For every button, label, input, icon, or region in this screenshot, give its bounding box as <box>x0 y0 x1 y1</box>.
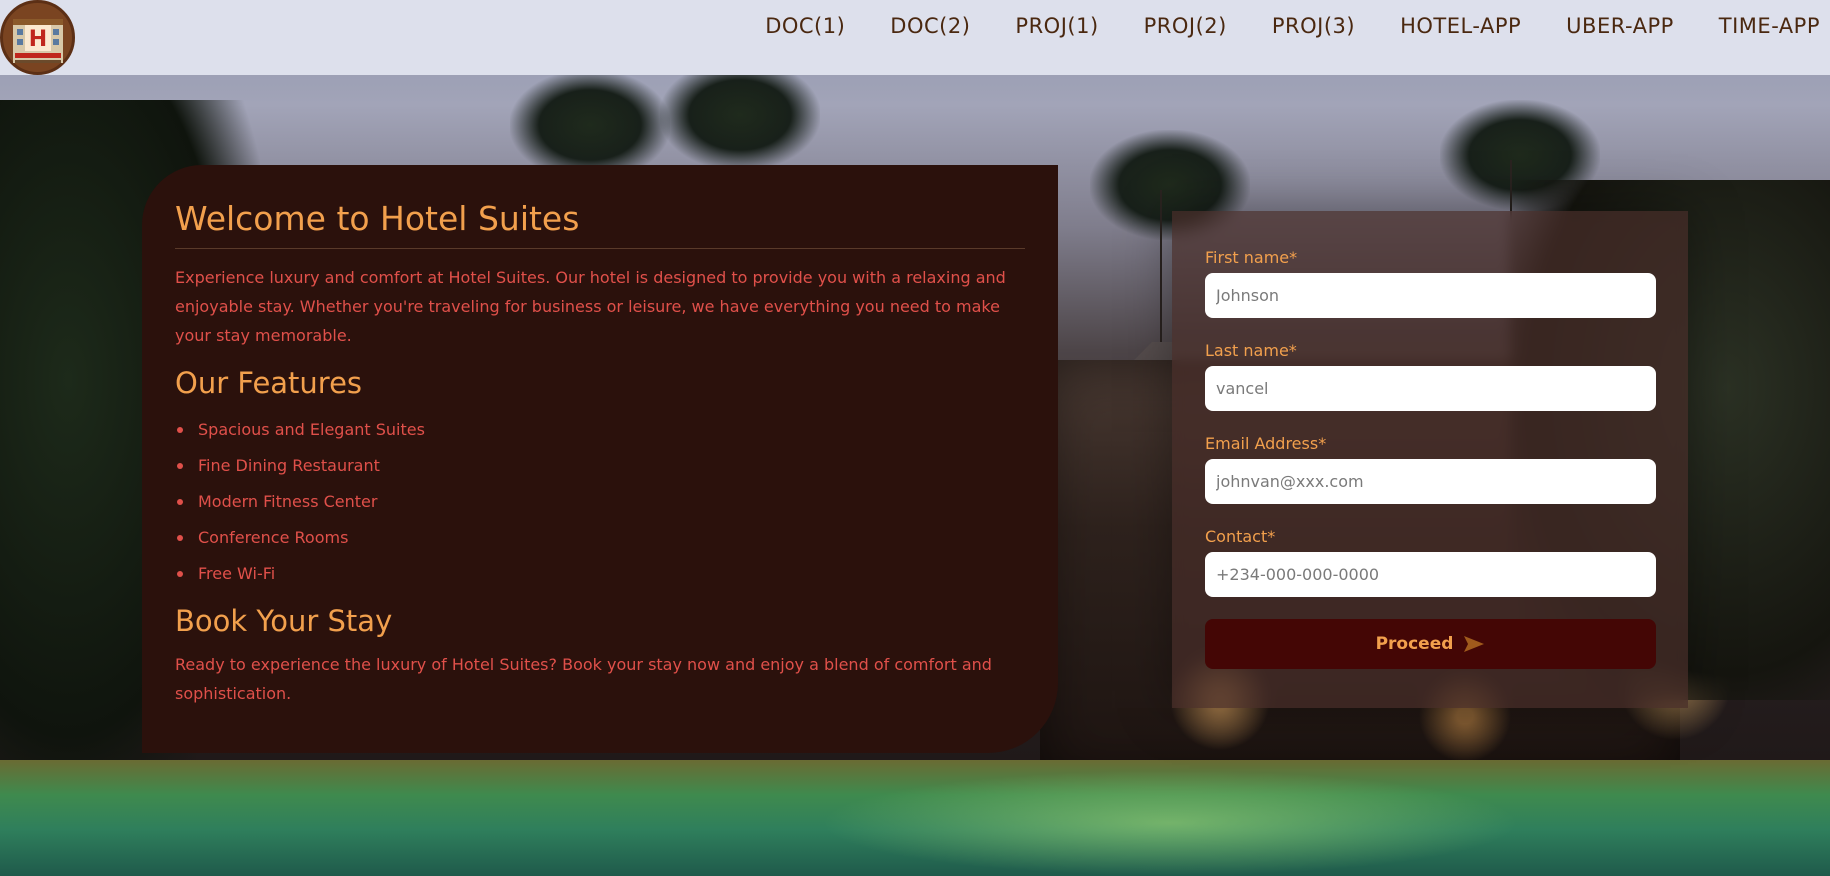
first-name-field: First name* <box>1205 247 1656 318</box>
palm-tree <box>510 70 670 180</box>
email-label: Email Address* <box>1205 434 1327 453</box>
feature-label: Spacious and Elegant Suites <box>198 420 425 439</box>
book-text: Ready to experience the luxury of Hotel … <box>175 655 992 703</box>
features-heading: Our Features <box>175 366 363 400</box>
contact-field: Contact* <box>1205 526 1656 597</box>
first-name-label: First name* <box>1205 248 1298 267</box>
last-name-field: Last name* <box>1205 340 1656 411</box>
bullet-icon <box>177 463 183 469</box>
booking-form: First name* Last name* Email Address* Co… <box>1172 211 1688 708</box>
feature-label: Free Wi-Fi <box>198 564 276 583</box>
bullet-icon <box>177 535 183 541</box>
proceed-label: Proceed <box>1375 634 1454 654</box>
feature-label: Fine Dining Restaurant <box>198 456 380 475</box>
nav-link-hotel-app[interactable]: HOTEL-APP <box>1400 14 1521 38</box>
hotel-building-icon: H <box>12 18 63 63</box>
send-arrow-icon <box>1464 636 1485 652</box>
book-heading: Book Your Stay <box>175 604 393 638</box>
features-list: Spacious and Elegant Suites Fine Dining … <box>175 412 1025 592</box>
pool-glow <box>820 770 1520 876</box>
nav-links: DOC(1) DOC(2) PROJ(1) PROJ(2) PROJ(3) HO… <box>720 0 1820 52</box>
top-navbar: H DOC(1) DOC(2) PROJ(1) PROJ(2) PROJ(3) … <box>0 0 1830 75</box>
contact-label: Contact* <box>1205 527 1276 546</box>
feature-label: Modern Fitness Center <box>198 492 378 511</box>
hotel-info-card: Welcome to Hotel Suites Experience luxur… <box>142 165 1058 753</box>
svg-text:H: H <box>28 27 46 52</box>
nav-link-doc2[interactable]: DOC(2) <box>890 14 970 38</box>
page-title: Welcome to Hotel Suites <box>175 199 1025 249</box>
hotel-logo[interactable]: H <box>0 0 75 75</box>
proceed-button[interactable]: Proceed <box>1205 619 1656 669</box>
nav-link-uber-app[interactable]: UBER-APP <box>1566 14 1674 38</box>
email-field: Email Address* <box>1205 433 1656 504</box>
last-name-label: Last name* <box>1205 341 1297 360</box>
nav-link-doc1[interactable]: DOC(1) <box>765 14 845 38</box>
bullet-icon <box>177 499 183 505</box>
nav-link-time-app[interactable]: TIME-APP <box>1719 14 1820 38</box>
nav-link-proj3[interactable]: PROJ(3) <box>1272 14 1355 38</box>
feature-item: Modern Fitness Center <box>175 484 1025 520</box>
feature-item: Fine Dining Restaurant <box>175 448 1025 484</box>
first-name-input[interactable] <box>1205 273 1656 318</box>
feature-item: Conference Rooms <box>175 520 1025 556</box>
bullet-icon <box>177 571 183 577</box>
palm-tree <box>660 60 820 170</box>
last-name-input[interactable] <box>1205 366 1656 411</box>
contact-input[interactable] <box>1205 552 1656 597</box>
email-input[interactable] <box>1205 459 1656 504</box>
feature-item: Spacious and Elegant Suites <box>175 412 1025 448</box>
nav-link-proj1[interactable]: PROJ(1) <box>1015 14 1098 38</box>
bullet-icon <box>177 427 183 433</box>
feature-item: Free Wi-Fi <box>175 556 1025 592</box>
nav-link-proj2[interactable]: PROJ(2) <box>1144 14 1227 38</box>
intro-text: Experience luxury and comfort at Hotel S… <box>175 268 1006 345</box>
feature-label: Conference Rooms <box>198 528 349 547</box>
